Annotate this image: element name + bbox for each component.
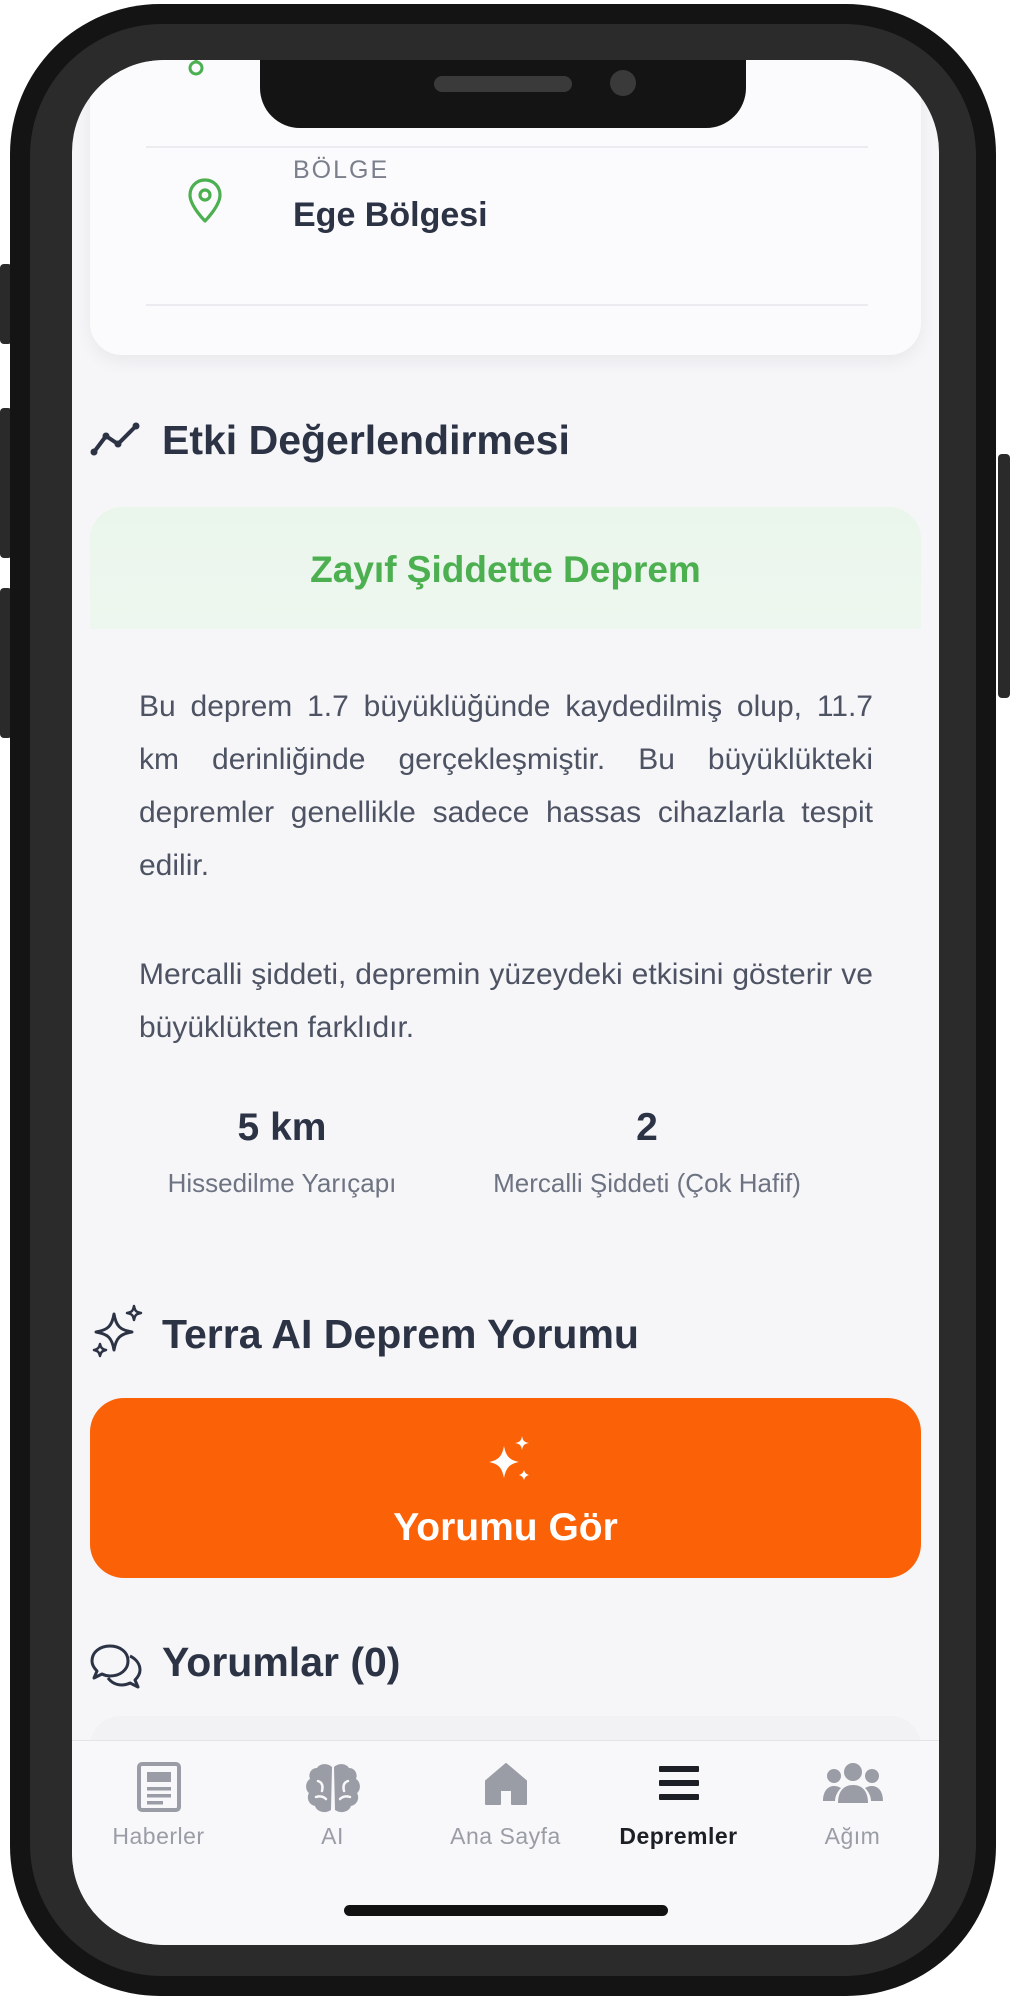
mercalli-note: Mercalli şiddeti, depremin yüzeydeki etk… <box>139 958 873 1044</box>
list-icon <box>658 1766 699 1800</box>
felt-radius-label: Hissedilme Yarıçapı <box>167 1168 397 1198</box>
brain-icon <box>305 1764 360 1813</box>
mercalli-label: Mercalli Şiddeti (Çok Hafif) <box>493 1168 801 1198</box>
tab-ai[interactable]: AI <box>246 1741 419 1861</box>
sparkles-icon <box>92 1304 143 1358</box>
people-icon <box>822 1763 883 1803</box>
home-icon <box>484 1763 527 1805</box>
newspaper-icon <box>136 1762 181 1812</box>
sparkles-icon <box>489 1436 529 1480</box>
tab-label: Ana Sayfa <box>450 1823 561 1849</box>
tab-label: AI <box>321 1823 344 1849</box>
tab-label: Haberler <box>112 1823 205 1849</box>
chat-bubbles-icon <box>90 1644 142 1689</box>
impact-section-title: Etki Değerlendirmesi <box>162 417 570 463</box>
tab-agim[interactable]: Ağım <box>766 1741 939 1861</box>
notch <box>260 60 746 128</box>
power-button <box>998 454 1010 698</box>
impact-headline: Zayıf Şiddette Deprem <box>310 549 701 590</box>
tab-depremler[interactable]: Depremler <box>592 1741 765 1861</box>
view-ai-comment-label: Yorumu Gör <box>393 1506 618 1549</box>
trend-line-icon <box>90 422 140 456</box>
home-indicator[interactable] <box>344 1905 668 1916</box>
view-ai-comment-button[interactable]: Yorumu Gör <box>90 1398 921 1578</box>
tab-ana-sayfa[interactable]: Ana Sayfa <box>419 1741 592 1861</box>
comments-section-title: Yorumlar (0) <box>162 1639 401 1685</box>
front-camera <box>610 70 636 96</box>
impact-description: Bu deprem 1.7 büyüklüğünde kaydedilmiş o… <box>139 690 873 882</box>
ai-section-title: Terra AI Deprem Yorumu <box>162 1311 639 1357</box>
location-pin-icon <box>188 178 222 223</box>
region-value: Ege Bölgesi <box>293 196 488 234</box>
tab-label: Depremler <box>619 1823 738 1849</box>
tab-haberler[interactable]: Haberler <box>72 1741 245 1861</box>
route-icon <box>188 60 204 76</box>
tab-label: Ağım <box>824 1823 881 1849</box>
divider <box>146 146 868 148</box>
region-label: BÖLGE <box>293 156 390 184</box>
divider <box>146 304 868 306</box>
impact-headline-box: Zayıf Şiddette Deprem <box>90 507 921 629</box>
felt-radius-value: 5 km <box>237 1106 327 1149</box>
phone-screen: BÖLGE Ege Bölgesi Etki Değerlendirmesi Z… <box>72 60 939 1945</box>
speaker-grille <box>434 76 572 92</box>
mercalli-value: 2 <box>636 1106 658 1149</box>
